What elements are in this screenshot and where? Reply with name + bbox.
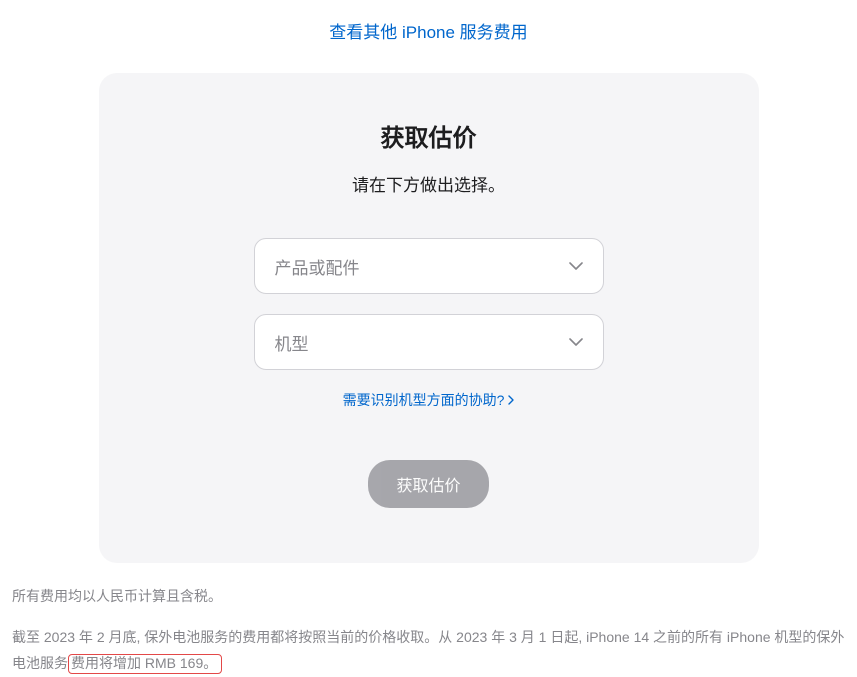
chevron-down-icon (569, 257, 583, 275)
help-link-text: 需要识别机型方面的协助? (343, 390, 505, 410)
help-link-wrap: 需要识别机型方面的协助? (139, 390, 719, 410)
panel-subtitle: 请在下方做出选择。 (139, 171, 719, 196)
product-select-wrap: 产品或配件 (254, 238, 604, 294)
product-select[interactable]: 产品或配件 (254, 238, 604, 294)
view-other-iphone-service-link[interactable]: 查看其他 iPhone 服务费用 (0, 0, 857, 61)
model-select[interactable]: 机型 (254, 314, 604, 370)
footer-text: 所有费用均以人民币计算且含税。 截至 2023 年 2 月底, 保外电池服务的费… (0, 563, 857, 677)
footer-line-2: 截至 2023 年 2 月底, 保外电池服务的费用都将按照当前的价格收取。从 2… (12, 624, 845, 677)
get-estimate-button[interactable]: 获取估价 (368, 460, 488, 508)
estimate-panel: 获取估价 请在下方做出选择。 产品或配件 机型 需要识别机型方面的协助? 获取估… (99, 73, 759, 563)
chevron-down-icon (569, 333, 583, 351)
product-select-placeholder: 产品或配件 (275, 254, 360, 279)
footer-line-1: 所有费用均以人民币计算且含税。 (12, 583, 845, 610)
model-select-wrap: 机型 (254, 314, 604, 370)
panel-title: 获取估价 (139, 118, 719, 153)
identify-model-help-link[interactable]: 需要识别机型方面的协助? (343, 390, 515, 410)
model-select-placeholder: 机型 (275, 330, 309, 355)
chevron-right-icon (508, 395, 514, 405)
price-increase-highlight: 费用将增加 RMB 169。 (68, 654, 222, 674)
